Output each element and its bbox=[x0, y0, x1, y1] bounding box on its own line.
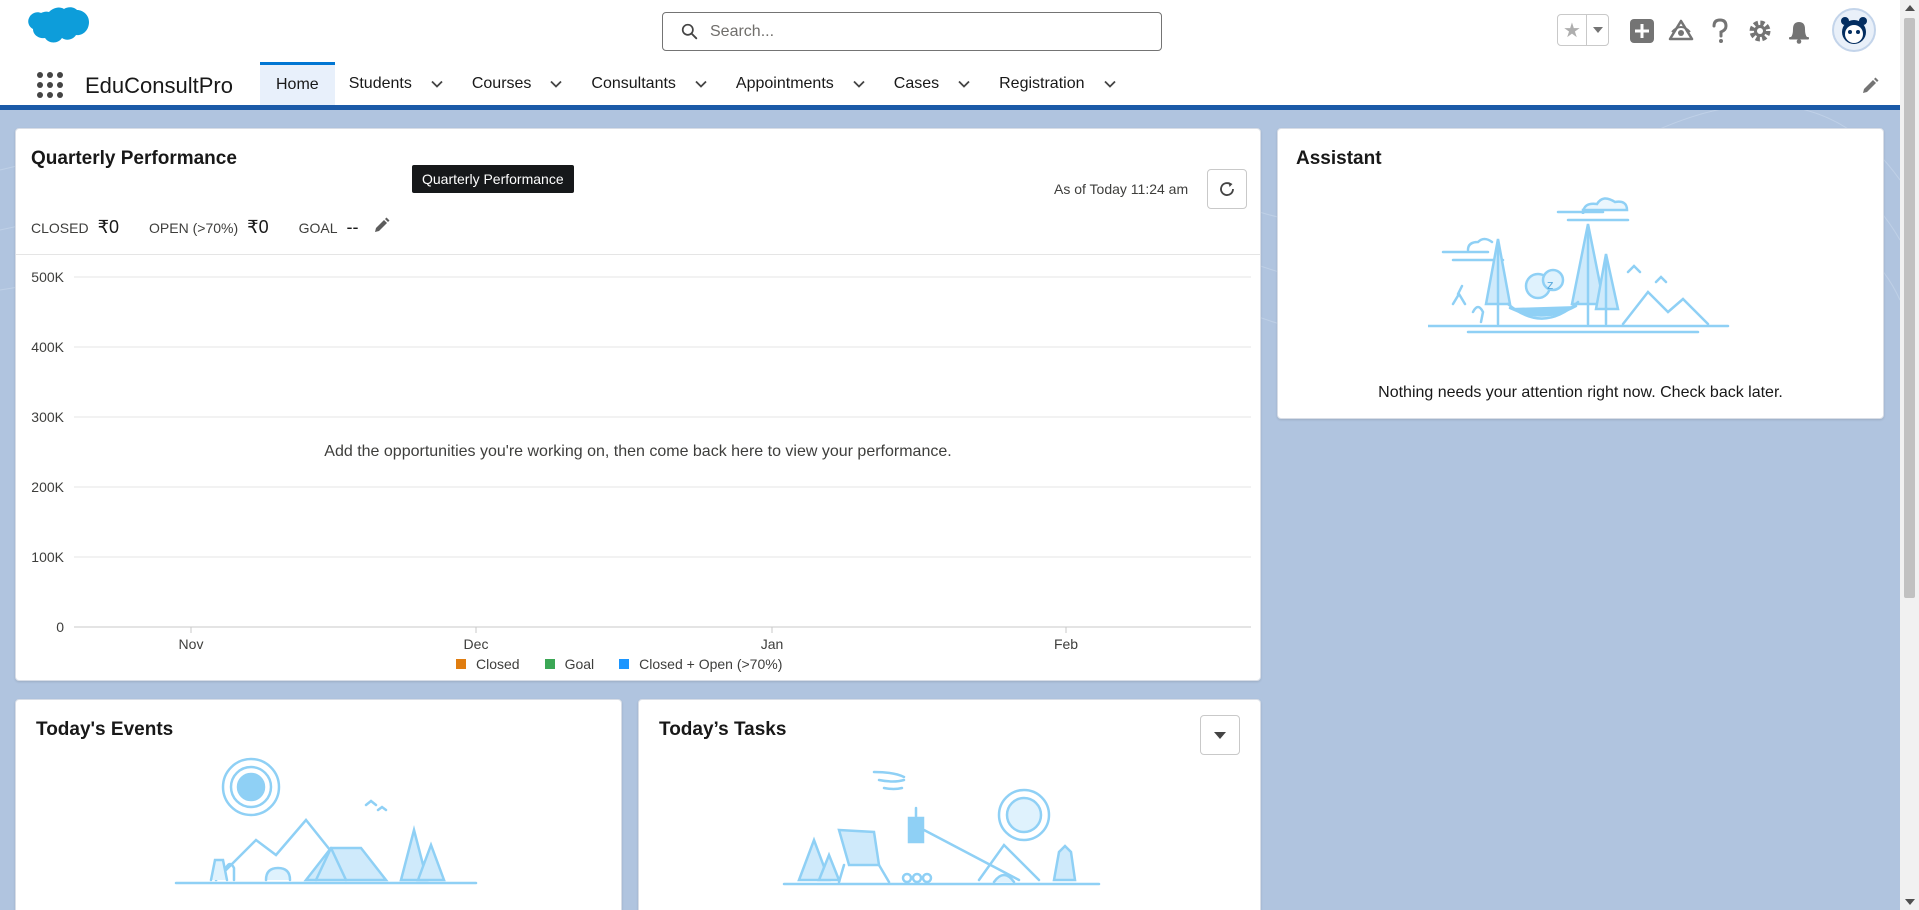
user-avatar[interactable] bbox=[1832, 8, 1876, 52]
legend-swatch bbox=[456, 659, 466, 669]
tab-label: Home bbox=[276, 76, 319, 93]
y-tick-label: 300K bbox=[31, 409, 64, 425]
card-title: Today’s Tasks bbox=[659, 719, 787, 740]
card-title: Today's Events bbox=[36, 719, 174, 740]
tab-cases[interactable]: Cases bbox=[880, 62, 985, 105]
edit-goal-pencil-icon[interactable] bbox=[373, 216, 391, 234]
page-scrollbar[interactable] bbox=[1900, 0, 1919, 910]
app-name: EduConsultPro bbox=[85, 73, 233, 98]
svg-text:z: z bbox=[1547, 278, 1553, 292]
y-tick-label: 500K bbox=[31, 269, 64, 285]
scroll-up-arrow[interactable] bbox=[1905, 5, 1915, 11]
favorites-dropdown[interactable] bbox=[1586, 15, 1608, 45]
legend-swatch bbox=[619, 659, 630, 669]
as-of-timestamp: As of Today 11:24 am bbox=[1054, 181, 1189, 197]
legend-item-closed: Closed bbox=[456, 656, 520, 672]
tab-label: Cases bbox=[893, 74, 940, 92]
y-tick-label: 100K bbox=[31, 549, 64, 565]
goal-value: -- bbox=[346, 217, 359, 237]
help-icon bbox=[1712, 18, 1728, 43]
card-title: Assistant bbox=[1296, 148, 1382, 169]
chevron-down-icon[interactable] bbox=[549, 77, 563, 91]
astro-avatar-icon bbox=[1834, 10, 1874, 50]
chevron-down-icon[interactable] bbox=[1103, 77, 1117, 91]
trailhead-icon bbox=[1668, 19, 1694, 41]
y-tick-label: 400K bbox=[31, 339, 64, 355]
caret-down-icon bbox=[1592, 27, 1603, 33]
x-tick-label: Nov bbox=[179, 636, 204, 652]
tab-courses[interactable]: Courses bbox=[458, 62, 578, 105]
legend-label: Closed + Open (>70%) bbox=[639, 656, 783, 672]
tab-label: Consultants bbox=[591, 74, 676, 92]
global-search[interactable] bbox=[662, 12, 1162, 51]
favorites-button[interactable]: ★ bbox=[1557, 14, 1609, 46]
scrollbar-thumb[interactable] bbox=[1904, 18, 1915, 598]
edit-nav-pencil-icon[interactable] bbox=[1860, 76, 1880, 96]
legend-item-goal: Goal bbox=[544, 656, 595, 672]
legend-item-closed-open: Closed + Open (>70%) bbox=[619, 656, 782, 672]
tab-label: Registration bbox=[999, 74, 1085, 92]
x-tick-label: Feb bbox=[1054, 636, 1078, 652]
nav-tabs: Home Students Courses Consultants Appoin… bbox=[260, 62, 1131, 105]
todays-tasks-card: Today’s Tasks bbox=[638, 699, 1261, 910]
app-launcher-icon[interactable] bbox=[36, 71, 64, 99]
legend-label: Goal bbox=[564, 656, 595, 672]
card-title: Quarterly Performance bbox=[31, 148, 237, 169]
chevron-down-icon[interactable] bbox=[957, 77, 971, 91]
todays-events-card: Today's Events bbox=[15, 699, 622, 910]
tab-consultants[interactable]: Consultants bbox=[577, 62, 722, 105]
x-tick-label: Jan bbox=[761, 636, 784, 652]
trailhead-button[interactable] bbox=[1667, 17, 1695, 45]
bell-icon bbox=[1789, 22, 1809, 44]
assistant-card: Assistant z Nothing needs your attention… bbox=[1277, 128, 1884, 419]
hammock-illustration: z bbox=[1428, 197, 1730, 334]
gear-icon bbox=[1749, 20, 1771, 42]
open-value: ₹0 bbox=[247, 217, 269, 237]
app-navigation-bar: EduConsultPro Home Students Courses Cons… bbox=[0, 62, 1900, 110]
camping-illustration bbox=[174, 757, 478, 885]
tab-label: Students bbox=[348, 74, 412, 92]
chevron-down-icon[interactable] bbox=[430, 77, 444, 91]
star-icon[interactable]: ★ bbox=[1558, 15, 1586, 45]
chart-legend: Closed Goal Closed + Open (>70%) bbox=[456, 656, 807, 672]
tab-appointments[interactable]: Appointments bbox=[722, 62, 880, 105]
global-actions-button[interactable] bbox=[1628, 17, 1656, 45]
tab-registration[interactable]: Registration bbox=[985, 62, 1130, 105]
tab-label: Courses bbox=[471, 74, 532, 92]
title-tooltip: Quarterly Performance bbox=[412, 165, 574, 193]
tasks-filter-dropdown-button[interactable] bbox=[1200, 715, 1240, 755]
scroll-down-arrow[interactable] bbox=[1905, 899, 1915, 905]
search-icon bbox=[681, 23, 698, 40]
setup-button[interactable] bbox=[1746, 17, 1774, 45]
y-tick-label: 0 bbox=[56, 619, 64, 635]
goal-label: GOAL bbox=[298, 220, 338, 236]
card-divider bbox=[16, 254, 1260, 255]
legend-swatch bbox=[544, 659, 555, 669]
global-header: ★ bbox=[0, 0, 1900, 62]
refresh-icon bbox=[1220, 182, 1234, 196]
tab-home[interactable]: Home bbox=[260, 62, 335, 105]
legend-label: Closed bbox=[476, 656, 520, 672]
closed-label: CLOSED bbox=[31, 220, 89, 236]
caret-down-icon bbox=[1214, 732, 1226, 739]
notifications-button[interactable] bbox=[1785, 17, 1813, 45]
add-icon bbox=[1630, 19, 1654, 43]
y-tick-label: 200K bbox=[31, 479, 64, 495]
search-input[interactable] bbox=[710, 22, 1150, 41]
closed-value: ₹0 bbox=[97, 217, 120, 237]
quarterly-performance-card: Quarterly Performance Quarterly Performa… bbox=[15, 128, 1261, 681]
help-button[interactable] bbox=[1706, 17, 1734, 45]
assistant-message: Nothing needs your attention right now. … bbox=[1378, 384, 1783, 401]
empty-chart-message: Add the opportunities you're working on,… bbox=[324, 443, 952, 460]
chevron-down-icon[interactable] bbox=[852, 77, 866, 91]
salesforce-logo[interactable] bbox=[18, 6, 94, 56]
chevron-down-icon[interactable] bbox=[694, 77, 708, 91]
performance-metrics: CLOSED ₹0 OPEN (>70%) ₹0 GOAL -- bbox=[31, 217, 389, 238]
x-tick-label: Dec bbox=[464, 636, 489, 652]
tab-students[interactable]: Students bbox=[335, 62, 458, 105]
open-label: OPEN (>70%) bbox=[149, 220, 239, 236]
campfire-illustration bbox=[782, 770, 1101, 886]
tab-label: Appointments bbox=[735, 74, 834, 92]
refresh-button[interactable] bbox=[1207, 169, 1247, 209]
